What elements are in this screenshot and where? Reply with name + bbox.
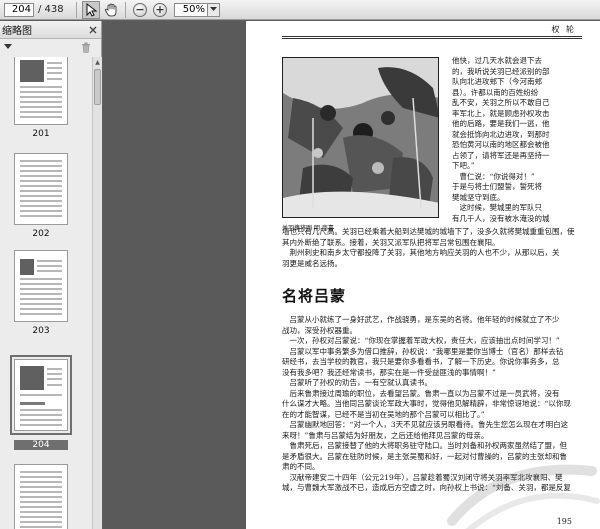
text-line: 吕蒙从小就练了一身好武艺，作战骁勇，是东吴的名将。他年轻的时候就立了不少 bbox=[282, 315, 560, 324]
panel-header: 缩略图 bbox=[0, 21, 101, 39]
page-total-label: / 438 bbox=[38, 4, 64, 15]
text-line: 研经书，去当学校的教官，我只是要你多看看书，了解一下历史。你说你事务多，总 bbox=[282, 357, 560, 366]
scrollbar-thumb[interactable] bbox=[94, 69, 101, 105]
trash-icon[interactable] bbox=[81, 42, 91, 53]
text-line: 恐怕黄河以南的地区都会被他 bbox=[452, 140, 550, 149]
text-line: 什么谋才大略。当他同吕蒙谈论军政大事时，觉得他见解精辟，非常惊讶地说：“以你现 bbox=[282, 399, 571, 408]
text-line: 在的才能智谋，已经不是当初在吴地的那个吕蒙可以相比了。” bbox=[282, 409, 485, 419]
thumbnail-page[interactable] bbox=[14, 57, 68, 125]
text-line: 鲁肃死后，吕蒙接替了他的大将职务驻守陆口。当时刘备和孙权两家虽然结了盟，但 bbox=[282, 441, 567, 450]
text-line: 曹仁说：“你说得对！” bbox=[452, 171, 535, 181]
thumbnail-label: 201 bbox=[32, 129, 50, 139]
thumbnail-image bbox=[20, 259, 34, 275]
thumbnail-page[interactable] bbox=[14, 153, 68, 225]
document-view[interactable]: 权 轮 关羽擒将图 明 商喜 他快，过几天水就会退下去的，我听说关羽已经派别的部… bbox=[103, 21, 600, 529]
text-line: 乱不安，关羽之所以不敢自己 bbox=[452, 98, 550, 107]
thumbnail-scrollbar[interactable]: ▲ bbox=[92, 57, 102, 529]
thumbnail-image bbox=[20, 60, 44, 82]
chevron-down-icon bbox=[210, 7, 217, 11]
thumbnail-list: 201 202 203 204 bbox=[0, 57, 92, 529]
thumbnail-page[interactable] bbox=[14, 250, 68, 322]
document-page: 权 轮 关羽擒将图 明 商喜 他快，过几天水就会退下去的，我听说关羽已经派别的部… bbox=[246, 21, 600, 529]
page-number: 195 bbox=[556, 517, 572, 526]
thumbnail-label: 203 bbox=[32, 326, 50, 336]
thumbnail-page-selected[interactable] bbox=[10, 355, 72, 435]
text-line: 后来鲁肃接过周瑜的职位，去看望吕蒙。鲁肃一直以为吕蒙不过是一员武将，没有 bbox=[282, 388, 560, 398]
text-line: 就会抵饰向北边进攻，到那时 bbox=[452, 129, 550, 139]
section-heading: 名将吕蒙 bbox=[282, 287, 347, 305]
select-arrow-icon bbox=[86, 2, 97, 17]
illustration-image bbox=[282, 57, 439, 218]
text-line: 樊城坚守到底。 bbox=[452, 192, 505, 202]
toolbar-separator bbox=[76, 1, 77, 18]
text-line: 吕蒙以军中事务繁多为借口推辞，孙权说：“我哪里是要你当博士（官名）那样去钻 bbox=[282, 346, 564, 356]
right-column-text: 他快，过几天水就会退下去 的，我听说关羽已经派别的部 队向北进攻郏下（今河南郏 县）。… bbox=[452, 56, 580, 224]
header-rule bbox=[282, 38, 582, 39]
text-line: 他快，过几天水就会退下去 bbox=[452, 56, 542, 65]
zoom-in-icon: + bbox=[153, 2, 167, 17]
options-dropdown-icon[interactable] bbox=[4, 44, 12, 50]
hand-icon bbox=[104, 3, 117, 16]
text-line: 占领了，请将军还是再坚持一 bbox=[452, 150, 550, 160]
text-line: 有几千人，没有被水淹没的城 bbox=[452, 213, 550, 223]
text-line: 战功，深受孙权器重。 bbox=[282, 325, 357, 335]
zoom-dropdown-button[interactable] bbox=[208, 2, 220, 17]
text-line: 这时候，樊城里的军队只 bbox=[452, 203, 542, 212]
text-line: 率军北上，就是顾虑孙权攻击 bbox=[452, 108, 550, 118]
text-line: 吕蒙幽默地回答：“对一个人，3天不见就应该另眼看待。鲁先生您怎么现在才明白这 bbox=[282, 420, 569, 429]
text-line: 墙也只有几尺高。关羽已经乘着大船到达樊城的城墙下了，没多久就将樊城重重包围，使 bbox=[282, 227, 575, 236]
text-line: 其内外断绝了联系。接着，关羽又派军队把将军吕常包围在襄阳。 bbox=[282, 237, 500, 247]
text-line: 队向北进攻郏下（今河南郏 bbox=[452, 77, 542, 86]
panel-title: 缩略图 bbox=[2, 26, 32, 37]
close-icon[interactable] bbox=[89, 26, 97, 34]
text-line: 来呀！”鲁肃与吕蒙结为好朋友，之后还给他拜见吕蒙的母亲。 bbox=[282, 430, 489, 440]
text-line: 下吧。” bbox=[452, 161, 475, 170]
thumbnail-image bbox=[20, 366, 44, 390]
main-toolbar: / 438 − + bbox=[0, 0, 600, 20]
zoom-out-button[interactable]: − bbox=[131, 1, 149, 19]
panel-options-bar bbox=[0, 39, 101, 55]
thumbnail-panel: 缩略图 201 202 203 204 ▲ bbox=[0, 21, 102, 529]
watermark-stamp bbox=[447, 464, 600, 529]
text-line: 他的后路，要是我们一逃，他 bbox=[452, 119, 550, 128]
text-line: 县）。许都以南的百姓纷纷 bbox=[452, 87, 539, 97]
text-line: 于是与将士们盟誓，誓死将 bbox=[452, 182, 542, 191]
hand-tool-button[interactable] bbox=[102, 1, 120, 19]
zoom-level-input[interactable] bbox=[174, 2, 208, 17]
text-line: 的，我听说关羽已经派别的部 bbox=[452, 66, 550, 76]
paragraph-block: 墙也只有几尺高。关羽已经乘着大船到达樊城的城墙下了，没多久就将樊城重重包围，使其… bbox=[282, 227, 582, 269]
zoom-in-button[interactable]: + bbox=[151, 1, 169, 19]
toolbar-separator bbox=[125, 1, 126, 18]
thumbnail-page[interactable] bbox=[14, 464, 68, 529]
running-head: 权 轮 bbox=[551, 25, 576, 34]
scroll-up-icon[interactable]: ▲ bbox=[93, 57, 102, 67]
zoom-out-icon: − bbox=[133, 2, 147, 17]
text-line: 吕蒙听了孙权的劝告，一有空就认真读书。 bbox=[282, 378, 432, 387]
text-line: 没有我多吧？我还经常读书，那实在是一件受益匪浅的事情啊！” bbox=[282, 367, 496, 377]
thumbnail-label-selected: 204 bbox=[14, 440, 68, 450]
page-number-input[interactable] bbox=[4, 2, 34, 17]
select-tool-button[interactable] bbox=[82, 0, 100, 19]
thumbnail-label: 202 bbox=[32, 229, 50, 239]
text-line: 羽更是威名远扬。 bbox=[282, 258, 342, 268]
text-line: 荆州刺史和南乡太守都投降了关羽，其他地方响应关羽的人也不少，从那以后，关 bbox=[282, 248, 560, 257]
text-line: 一次，孙权对吕蒙说：“你现在掌握着军政大权，责任大，应该抽出点时间学习！” bbox=[282, 336, 560, 345]
header-rule bbox=[282, 36, 582, 37]
